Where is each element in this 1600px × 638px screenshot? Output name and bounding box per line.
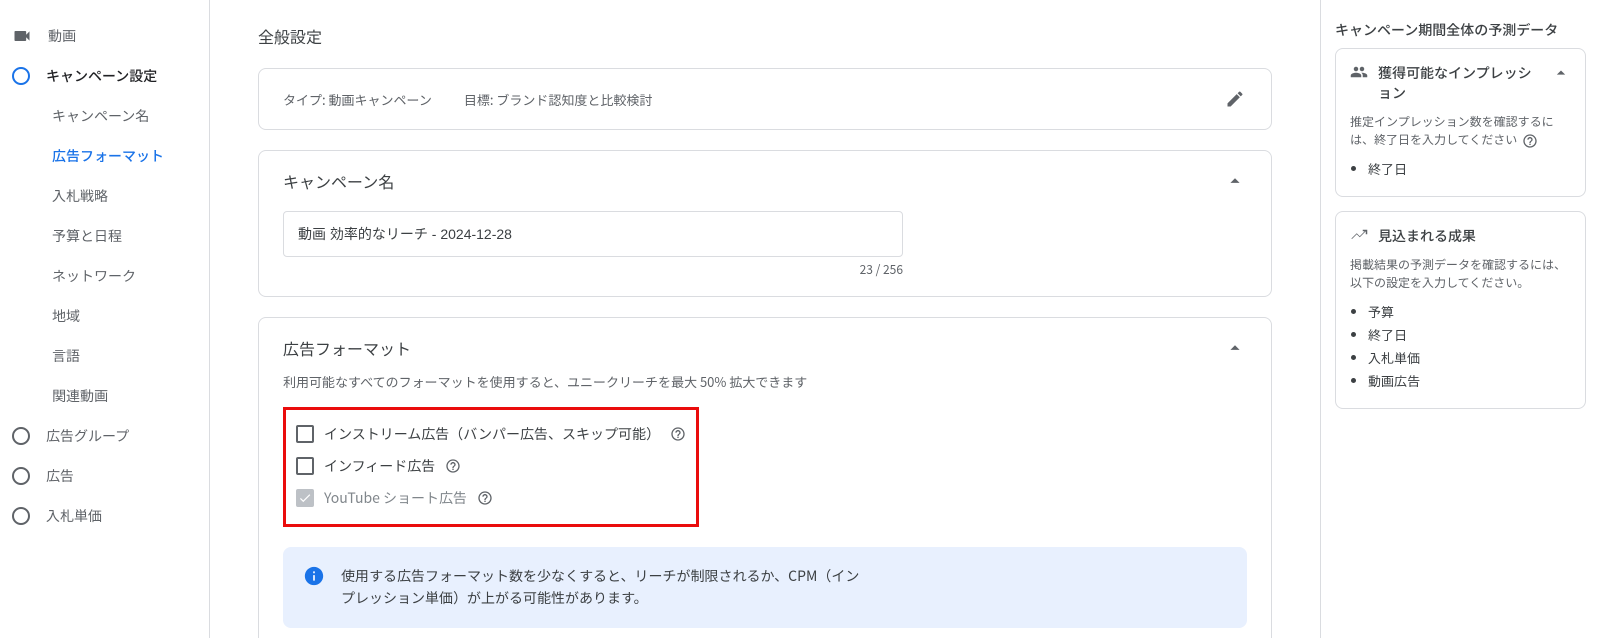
- impressions-bullets: 終了日: [1350, 159, 1571, 178]
- radio-icon: [12, 507, 30, 525]
- subnav-language[interactable]: 言語: [0, 336, 209, 376]
- summary-card: タイプ: 動画キャンペーン 目標: ブランド認知度と比較検討: [258, 68, 1272, 130]
- impressions-header[interactable]: 獲得可能なインプレッション: [1350, 63, 1571, 103]
- nav-ad-label: 広告: [46, 466, 74, 486]
- general-settings-title: 全般設定: [258, 24, 1272, 48]
- subnav-budget[interactable]: 予算と日程: [0, 216, 209, 256]
- nav-ad[interactable]: 広告: [0, 456, 209, 496]
- campaign-name-counter: 23 / 256: [283, 261, 903, 278]
- radio-icon: [12, 67, 30, 85]
- forecast-header[interactable]: 見込まれる成果: [1350, 226, 1571, 246]
- help-icon[interactable]: [477, 490, 493, 506]
- chevron-up-icon: [1551, 63, 1571, 88]
- subnav-related-video[interactable]: 関連動画: [0, 376, 209, 416]
- chevron-up-icon: [1223, 336, 1247, 360]
- format-infeed-row[interactable]: インフィード広告: [296, 450, 686, 482]
- nav-bid-label: 入札単価: [46, 506, 102, 526]
- ad-format-card: 広告フォーマット 利用可能なすべてのフォーマットを使用すると、ユニークリーチを最…: [258, 317, 1272, 638]
- campaign-name-card: キャンペーン名 23 / 256: [258, 150, 1272, 297]
- format-infeed-label: インフィード広告: [324, 456, 435, 476]
- main-content: 全般設定 タイプ: 動画キャンペーン 目標: ブランド認知度と比較検討 キャンペ…: [210, 0, 1320, 638]
- forecast-panel: キャンペーン期間全体の予測データ 獲得可能なインプレッション 推定インプレッショ…: [1320, 0, 1600, 638]
- help-icon[interactable]: [670, 426, 686, 442]
- edit-icon[interactable]: [1223, 87, 1247, 111]
- impressions-card: 獲得可能なインプレッション 推定インプレッション数を確認するには、終了日を入力し…: [1335, 48, 1586, 197]
- format-instream-label: インストリーム広告（バンパー広告、スキップ可能）: [324, 424, 660, 444]
- info-banner: 使用する広告フォーマット数を少なくすると、リーチが制限されるか、CPM（インプレ…: [283, 547, 1247, 628]
- subnav-bidding[interactable]: 入札戦略: [0, 176, 209, 216]
- format-shorts-row: YouTube ショート広告: [296, 482, 686, 514]
- campaign-name-title: キャンペーン名: [283, 169, 394, 193]
- nav-video-label: 動画: [48, 26, 76, 46]
- format-options-highlight: インストリーム広告（バンパー広告、スキップ可能） インフィード広告 YouTub…: [283, 407, 699, 527]
- forecast-card: 見込まれる成果 掲載結果の予測データを確認するには、以下の設定を入力してください…: [1335, 211, 1586, 409]
- help-icon[interactable]: [445, 458, 461, 474]
- nav-campaign-settings[interactable]: キャンペーン設定: [0, 56, 209, 96]
- nav-bid[interactable]: 入札単価: [0, 496, 209, 536]
- radio-icon: [12, 467, 30, 485]
- subnav-network[interactable]: ネットワーク: [0, 256, 209, 296]
- forecast-panel-title: キャンペーン期間全体の予測データ: [1335, 20, 1586, 40]
- campaign-goal-label: 目標: ブランド認知度と比較検討: [464, 90, 653, 109]
- checkbox-checked-disabled-icon: [296, 489, 314, 507]
- campaign-type-label: タイプ: 動画キャンペーン: [283, 90, 432, 109]
- trend-icon: [1350, 226, 1368, 244]
- info-banner-text: 使用する広告フォーマット数を少なくすると、リーチが制限されるか、CPM（インプレ…: [341, 565, 861, 610]
- ad-format-title: 広告フォーマット: [283, 336, 411, 360]
- subnav-campaign-name[interactable]: キャンペーン名: [0, 96, 209, 136]
- impressions-desc: 推定インプレッション数を確認するには、終了日を入力してください: [1350, 113, 1571, 149]
- checkbox-icon[interactable]: [296, 425, 314, 443]
- video-icon: [12, 26, 32, 46]
- radio-icon: [12, 427, 30, 445]
- left-sidebar: 動画 キャンペーン設定 キャンペーン名 広告フォーマット 入札戦略 予算と日程 …: [0, 0, 210, 638]
- nav-ad-group[interactable]: 広告グループ: [0, 416, 209, 456]
- chevron-up-icon: [1223, 169, 1247, 193]
- ad-format-hint: 利用可能なすべてのフォーマットを使用すると、ユニークリーチを最大 50% 拡大で…: [283, 372, 1247, 391]
- forecast-bullets: 予算 終了日 入札単価 動画広告: [1350, 302, 1571, 390]
- nav-ad-group-label: 広告グループ: [46, 426, 129, 446]
- subnav-ad-format[interactable]: 広告フォーマット: [0, 136, 209, 176]
- nav-video[interactable]: 動画: [0, 16, 209, 56]
- list-item: 動画広告: [1368, 371, 1571, 390]
- group-icon: [1350, 63, 1368, 81]
- list-item: 予算: [1368, 302, 1571, 321]
- impressions-title: 獲得可能なインプレッション: [1378, 63, 1541, 103]
- help-icon[interactable]: [1522, 133, 1538, 149]
- info-icon: [303, 565, 325, 587]
- nav-campaign-settings-label: キャンペーン設定: [46, 66, 157, 86]
- ad-format-header[interactable]: 広告フォーマット: [283, 336, 1247, 360]
- list-item: 入札単価: [1368, 348, 1571, 367]
- forecast-title: 見込まれる成果: [1378, 226, 1571, 246]
- format-instream-row[interactable]: インストリーム広告（バンパー広告、スキップ可能）: [296, 418, 686, 450]
- forecast-desc: 掲載結果の予測データを確認するには、以下の設定を入力してください。: [1350, 256, 1571, 292]
- list-item: 終了日: [1368, 159, 1571, 178]
- format-shorts-label: YouTube ショート広告: [324, 488, 467, 508]
- campaign-name-input[interactable]: [283, 211, 903, 257]
- campaign-name-header[interactable]: キャンペーン名: [283, 169, 1247, 193]
- checkbox-icon[interactable]: [296, 457, 314, 475]
- list-item: 終了日: [1368, 325, 1571, 344]
- subnav-location[interactable]: 地域: [0, 296, 209, 336]
